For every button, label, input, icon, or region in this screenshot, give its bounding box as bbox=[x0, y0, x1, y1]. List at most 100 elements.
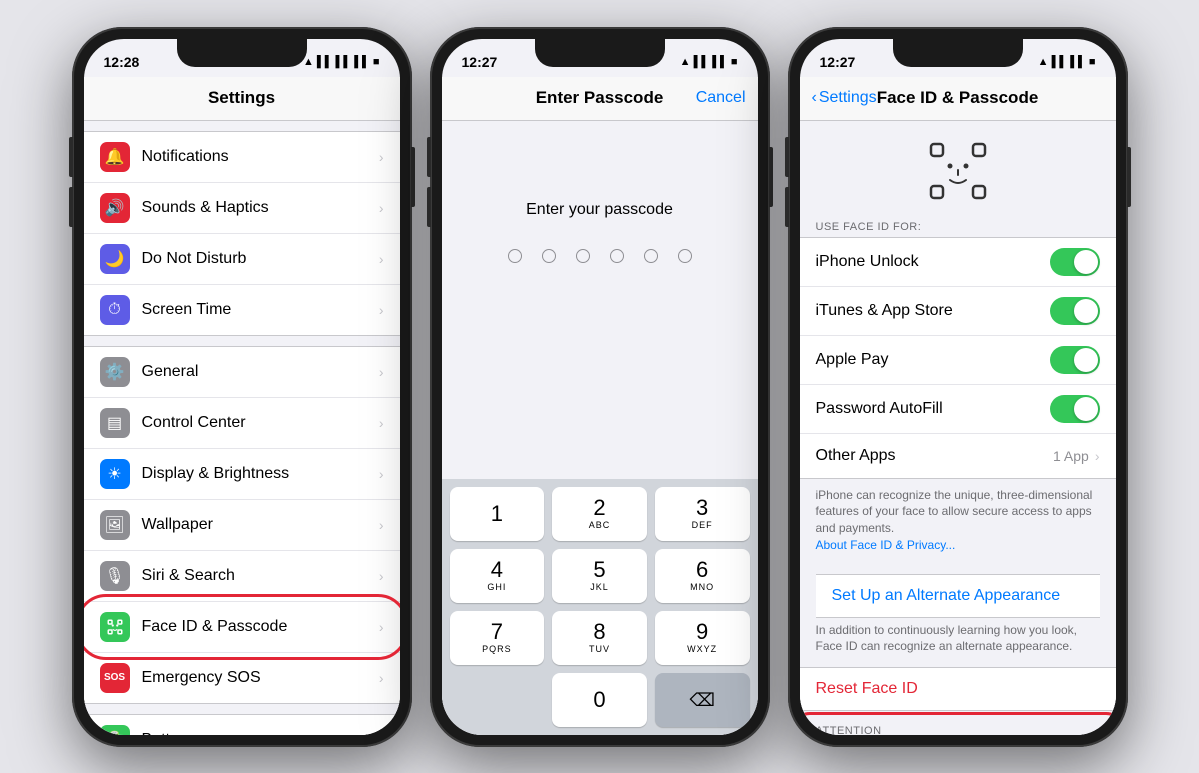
siri-icon: 🎙 bbox=[100, 561, 130, 591]
notch-1 bbox=[177, 39, 307, 67]
key-8[interactable]: 8 TUV bbox=[552, 611, 647, 665]
faceid-toggles-group: iPhone Unlock iTunes & App Store Apple P… bbox=[800, 237, 1116, 479]
dot-5 bbox=[644, 249, 658, 263]
status-icons-3: ▲ ▌▌ ▌▌ ■ bbox=[1038, 56, 1096, 68]
key-3[interactable]: 3 DEF bbox=[655, 487, 750, 541]
other-apps-value: 1 App bbox=[1053, 448, 1089, 464]
keypad-row-1: 1 2 ABC 3 DEF bbox=[450, 487, 750, 541]
display-icon: ☀ bbox=[100, 459, 130, 489]
key-delete[interactable]: ⌫ bbox=[655, 673, 750, 727]
password-autofill-toggle[interactable] bbox=[1050, 395, 1100, 423]
attention-section-label: ATTENTION bbox=[800, 721, 1116, 734]
iphone-unlock-toggle[interactable] bbox=[1050, 248, 1100, 276]
notch-3 bbox=[893, 39, 1023, 67]
faceid-nav: ‹ Settings Face ID & Passcode bbox=[800, 77, 1116, 121]
notifications-icon: 🔔 bbox=[100, 142, 130, 172]
settings-nav-title: Settings bbox=[208, 88, 275, 108]
dot-3 bbox=[576, 249, 590, 263]
itunes-label: iTunes & App Store bbox=[816, 302, 1050, 320]
faceid-nav-title: Face ID & Passcode bbox=[877, 88, 1039, 108]
faceid-screen: ‹ Settings Face ID & Passcode bbox=[800, 77, 1116, 735]
dot-4 bbox=[610, 249, 624, 263]
faceid-info-text: iPhone can recognize the unique, three-d… bbox=[800, 479, 1116, 562]
notch-2 bbox=[535, 39, 665, 67]
reset-face-id-button[interactable]: Reset Face ID bbox=[800, 667, 1116, 711]
list-item[interactable]: 🖼 Wallpaper › bbox=[84, 500, 400, 551]
other-apps-row[interactable]: Other Apps 1 App › bbox=[800, 434, 1116, 478]
iphone-unlock-label: iPhone Unlock bbox=[816, 253, 1050, 271]
passcode-nav-title: Enter Passcode bbox=[536, 88, 664, 108]
key-5[interactable]: 5 JKL bbox=[552, 549, 647, 603]
status-time-1: 12:28 bbox=[104, 54, 140, 70]
dot-1 bbox=[508, 249, 522, 263]
dnd-icon: 🌙 bbox=[100, 244, 130, 274]
list-item[interactable]: 🔋 Battery › bbox=[84, 715, 400, 735]
settings-group-1: 🔔 Notifications › 🔊 Sounds & Haptics › 🌙… bbox=[84, 131, 400, 336]
apple-pay-label: Apple Pay bbox=[816, 351, 1050, 369]
iphone-unlock-row[interactable]: iPhone Unlock bbox=[800, 238, 1116, 287]
key-2[interactable]: 2 ABC bbox=[552, 487, 647, 541]
password-autofill-row[interactable]: Password AutoFill bbox=[800, 385, 1116, 434]
other-apps-label: Other Apps bbox=[816, 447, 1054, 465]
cancel-button[interactable]: Cancel bbox=[696, 89, 746, 107]
wallpaper-icon: 🖼 bbox=[100, 510, 130, 540]
setup-alternate-section: Set Up an Alternate Appearance In additi… bbox=[800, 562, 1116, 668]
key-7[interactable]: 7 PQRS bbox=[450, 611, 545, 665]
passcode-message-area: Enter your passcode bbox=[442, 121, 758, 479]
phone-2: 12:27 ▲ ▌▌ ▌▌ ■ Enter Passcode Cancel En… bbox=[430, 27, 770, 747]
apple-pay-row[interactable]: Apple Pay bbox=[800, 336, 1116, 385]
list-item[interactable]: SOS Emergency SOS › bbox=[84, 653, 400, 703]
list-item[interactable]: 🎙 Siri & Search › bbox=[84, 551, 400, 602]
key-9[interactable]: 9 WXYZ bbox=[655, 611, 750, 665]
sos-icon: SOS bbox=[100, 663, 130, 693]
back-label: Settings bbox=[819, 89, 877, 107]
face-id-icon bbox=[100, 612, 130, 642]
apple-pay-toggle[interactable] bbox=[1050, 346, 1100, 374]
list-item[interactable]: 🔊 Sounds & Haptics › bbox=[84, 183, 400, 234]
phones-container: 12:28 ▲ ▌▌ ▌▌ ▌▌ ■ Settings 🔔 Notificati… bbox=[52, 7, 1148, 767]
screen-time-icon: ⏱ bbox=[100, 295, 130, 325]
reset-face-id-label: Reset Face ID bbox=[816, 680, 918, 697]
settings-screen: Settings 🔔 Notifications › 🔊 Sounds & Ha… bbox=[84, 77, 400, 735]
passcode-nav: Enter Passcode Cancel bbox=[442, 77, 758, 121]
status-icons-1: ▲ ▌▌ ▌▌ ▌▌ ■ bbox=[303, 56, 380, 68]
key-6[interactable]: 6 MNO bbox=[655, 549, 750, 603]
dot-2 bbox=[542, 249, 556, 263]
list-item[interactable]: 🔔 Notifications › bbox=[84, 132, 400, 183]
general-icon: ⚙️ bbox=[100, 357, 130, 387]
faceid-icon-area bbox=[800, 121, 1116, 217]
list-item[interactable]: ⏱ Screen Time › bbox=[84, 285, 400, 335]
dot-6 bbox=[678, 249, 692, 263]
passcode-screen: Enter Passcode Cancel Enter your passcod… bbox=[442, 77, 758, 735]
battery-icon: 🔋 bbox=[100, 725, 130, 735]
setup-alternate-button[interactable]: Set Up an Alternate Appearance bbox=[832, 587, 1084, 605]
control-center-icon: ▤ bbox=[100, 408, 130, 438]
list-item[interactable]: 🌙 Do Not Disturb › bbox=[84, 234, 400, 285]
status-time-2: 12:27 bbox=[462, 54, 498, 70]
list-item[interactable]: ☀ Display & Brightness › bbox=[84, 449, 400, 500]
itunes-toggle[interactable] bbox=[1050, 297, 1100, 325]
keypad-row-3: 7 PQRS 8 TUV 9 WXYZ bbox=[450, 611, 750, 665]
sounds-icon: 🔊 bbox=[100, 193, 130, 223]
faceid-link[interactable]: About Face ID & Privacy... bbox=[816, 538, 956, 552]
keypad-row-2: 4 GHI 5 JKL 6 MNO bbox=[450, 549, 750, 603]
password-autofill-label: Password AutoFill bbox=[816, 400, 1050, 418]
list-item[interactable]: ▤ Control Center › bbox=[84, 398, 400, 449]
back-button[interactable]: ‹ Settings bbox=[812, 89, 877, 107]
status-time-3: 12:27 bbox=[820, 54, 856, 70]
phone-1: 12:28 ▲ ▌▌ ▌▌ ▌▌ ■ Settings 🔔 Notificati… bbox=[72, 27, 412, 747]
itunes-row[interactable]: iTunes & App Store bbox=[800, 287, 1116, 336]
list-item[interactable]: ⚙️ General › bbox=[84, 347, 400, 398]
settings-group-2: ⚙️ General › ▤ Control Center › ☀ Displa… bbox=[84, 346, 400, 704]
face-id-row[interactable]: Face ID & Passcode › bbox=[84, 602, 400, 653]
key-4[interactable]: 4 GHI bbox=[450, 549, 545, 603]
keypad-row-4: 0 ⌫ bbox=[450, 673, 750, 727]
key-empty bbox=[450, 673, 545, 727]
status-icons-2: ▲ ▌▌ ▌▌ ■ bbox=[680, 56, 738, 68]
settings-nav: Settings bbox=[84, 77, 400, 121]
passcode-prompt: Enter your passcode bbox=[526, 201, 673, 219]
phone-3: 12:27 ▲ ▌▌ ▌▌ ■ ‹ Settings Face ID & Pas… bbox=[788, 27, 1128, 747]
key-0[interactable]: 0 bbox=[552, 673, 647, 727]
key-1[interactable]: 1 bbox=[450, 487, 545, 541]
settings-group-3: 🔋 Battery › 🤚 Privacy › bbox=[84, 714, 400, 735]
